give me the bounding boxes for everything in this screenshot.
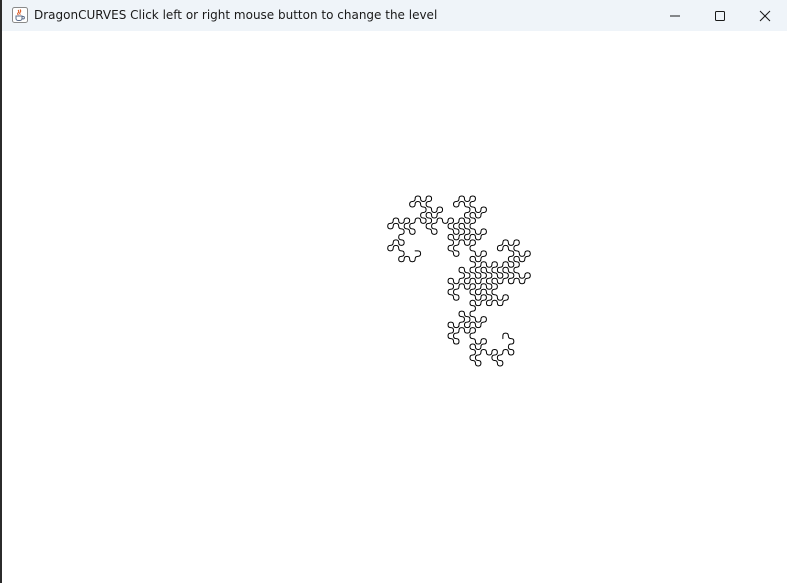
window-title: DragonCURVES Click left or right mouse b… bbox=[34, 8, 438, 22]
dragon-curve-drawing bbox=[387, 195, 531, 367]
dragon-curve-path bbox=[387, 195, 531, 367]
close-icon bbox=[759, 10, 771, 21]
close-button[interactable] bbox=[742, 0, 787, 31]
drawing-canvas[interactable] bbox=[2, 31, 787, 583]
title-bar[interactable]: DragonCURVES Click left or right mouse b… bbox=[2, 0, 787, 31]
minimize-button[interactable] bbox=[652, 0, 698, 31]
minimize-icon bbox=[670, 15, 680, 16]
maximize-button[interactable] bbox=[697, 0, 743, 31]
java-coffee-cup-icon bbox=[12, 7, 28, 23]
application-window: DragonCURVES Click left or right mouse b… bbox=[0, 0, 787, 583]
maximize-icon bbox=[715, 10, 725, 21]
